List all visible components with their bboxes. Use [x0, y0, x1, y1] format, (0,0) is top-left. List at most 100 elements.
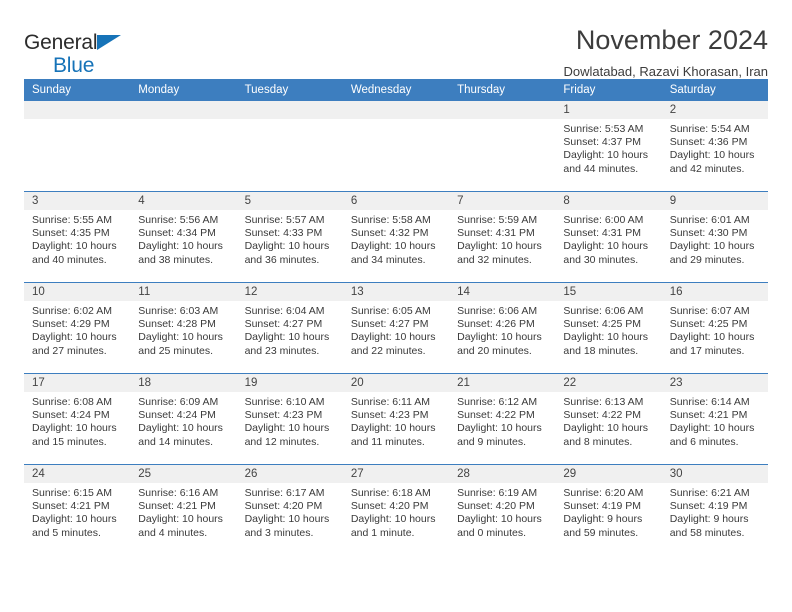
weekday-header-thursday: Thursday — [449, 79, 556, 101]
day-number: 28 — [449, 465, 556, 483]
day-cell[interactable]: 17 Sunrise: 6:08 AM Sunset: 4:24 PM Dayligh… — [24, 373, 131, 465]
day-cell[interactable]: 9 Sunrise: 6:01 AM Sunset: 4:30 PM Daylight… — [661, 191, 768, 283]
daylight-text: Daylight: 10 hours and 14 minutes. — [138, 422, 223, 448]
day-cell[interactable]: 11 Sunrise: 6:03 AM Sunset: 4:28 PM Dayligh… — [130, 282, 237, 374]
sunset-text: Sunset: 4:24 PM — [138, 409, 216, 422]
day-cell[interactable]: 24 Sunrise: 6:15 AM Sunset: 4:21 PM Dayligh… — [24, 464, 131, 555]
day-cell[interactable]: 25 Sunrise: 6:16 AM Sunset: 4:21 PM Dayligh… — [130, 464, 237, 555]
day-cell[interactable]: 3 Sunrise: 5:55 AM Sunset: 4:35 PM Daylight… — [24, 191, 131, 283]
week-row: 24 Sunrise: 6:15 AM Sunset: 4:21 PM Dayligh… — [24, 464, 768, 555]
day-cell[interactable]: 2 Sunrise: 5:54 AM Sunset: 4:36 PM Daylight… — [661, 101, 768, 192]
sunset-text: Sunset: 4:34 PM — [138, 227, 216, 240]
day-cell[interactable]: 16 Sunrise: 6:07 AM Sunset: 4:25 PM Dayligh… — [661, 282, 768, 374]
day-cell[interactable]: 6 Sunrise: 5:58 AM Sunset: 4:32 PM Daylight… — [342, 191, 450, 283]
sunset-text: Sunset: 4:22 PM — [457, 409, 535, 422]
day-number — [24, 101, 131, 119]
day-cell[interactable]: 19 Sunrise: 6:10 AM Sunset: 4:23 PM Dayligh… — [236, 373, 343, 465]
sunrise-text: Sunrise: 6:09 AM — [138, 396, 219, 408]
title-block: November 2024 Dowlatabad, Razavi Khorasa… — [563, 25, 768, 79]
day-cell[interactable]: 14 Sunrise: 6:06 AM Sunset: 4:26 PM Dayligh… — [449, 282, 556, 374]
sunrise-text: Sunrise: 6:00 AM — [563, 214, 644, 226]
day-cell[interactable]: 20 Sunrise: 6:11 AM Sunset: 4:23 PM Dayligh… — [342, 373, 450, 465]
day-details: Sunrise: 6:14 AM Sunset: 4:21 PM Daylight:… — [662, 392, 768, 449]
sunset-text: Sunset: 4:23 PM — [350, 409, 429, 422]
sunrise-text: Sunrise: 5:57 AM — [244, 214, 325, 226]
day-cell[interactable] — [130, 101, 237, 192]
day-details: Sunrise: 5:53 AM Sunset: 4:37 PM Daylight:… — [555, 119, 661, 176]
day-cell[interactable]: 30 Sunrise: 6:21 AM Sunset: 4:19 PM Dayligh… — [661, 464, 768, 555]
sunrise-text: Sunrise: 6:03 AM — [138, 305, 219, 317]
sunrise-text: Sunrise: 6:10 AM — [244, 396, 325, 408]
sunset-text: Sunset: 4:20 PM — [457, 500, 535, 513]
week-row: 3 Sunrise: 5:55 AM Sunset: 4:35 PM Daylight… — [24, 191, 768, 283]
weekday-header-wednesday: Wednesday — [342, 79, 450, 101]
day-number: 7 — [449, 192, 556, 210]
daylight-text: Daylight: 10 hours and 12 minutes. — [244, 422, 330, 448]
day-cell[interactable]: 28 Sunrise: 6:19 AM Sunset: 4:20 PM Dayligh… — [449, 464, 556, 555]
day-number: 1 — [555, 101, 662, 119]
day-cell[interactable]: 7 Sunrise: 5:59 AM Sunset: 4:31 PM Daylight… — [449, 191, 556, 283]
day-details: Sunrise: 6:05 AM Sunset: 4:27 PM Daylight:… — [343, 301, 449, 358]
day-details: Sunrise: 6:04 AM Sunset: 4:27 PM Daylight:… — [237, 301, 343, 358]
day-cell[interactable] — [342, 101, 450, 192]
sunset-text: Sunset: 4:19 PM — [669, 500, 748, 513]
day-cell[interactable] — [449, 101, 556, 192]
day-details: Sunrise: 6:06 AM Sunset: 4:25 PM Daylight:… — [555, 301, 661, 358]
day-cell[interactable]: 1 Sunrise: 5:53 AM Sunset: 4:37 PM Daylight… — [555, 101, 662, 192]
day-number: 26 — [236, 465, 343, 483]
daylight-text: Daylight: 10 hours and 38 minutes. — [138, 240, 223, 266]
day-cell[interactable]: 27 Sunrise: 6:18 AM Sunset: 4:20 PM Dayligh… — [342, 464, 450, 555]
day-cell[interactable]: 22 Sunrise: 6:13 AM Sunset: 4:22 PM Dayligh… — [555, 373, 662, 465]
day-cell[interactable]: 10 Sunrise: 6:02 AM Sunset: 4:29 PM Dayligh… — [24, 282, 131, 374]
day-cell[interactable]: 26 Sunrise: 6:17 AM Sunset: 4:20 PM Dayligh… — [236, 464, 343, 555]
daylight-text: Daylight: 10 hours and 36 minutes. — [244, 240, 330, 266]
day-cell[interactable]: 13 Sunrise: 6:05 AM Sunset: 4:27 PM Dayligh… — [342, 282, 450, 374]
sunset-text: Sunset: 4:32 PM — [350, 227, 429, 240]
sunrise-text: Sunrise: 5:54 AM — [669, 123, 750, 135]
day-number: 3 — [24, 192, 131, 210]
sunset-text: Sunset: 4:29 PM — [32, 318, 110, 331]
brand-name-blue: Blue — [53, 54, 95, 77]
day-details: Sunrise: 6:07 AM Sunset: 4:25 PM Daylight:… — [662, 301, 768, 358]
day-number — [342, 101, 450, 119]
day-cell[interactable] — [236, 101, 343, 192]
weekday-header-sunday: Sunday — [24, 79, 131, 101]
day-number: 8 — [555, 192, 662, 210]
day-cell[interactable]: 4 Sunrise: 5:56 AM Sunset: 4:34 PM Daylight… — [130, 191, 237, 283]
day-number: 11 — [130, 283, 237, 301]
day-cell[interactable] — [24, 101, 131, 192]
sunrise-text: Sunrise: 5:58 AM — [350, 214, 431, 226]
triangle-icon — [97, 35, 121, 50]
daylight-text: Daylight: 10 hours and 17 minutes. — [669, 331, 755, 357]
day-cell[interactable]: 15 Sunrise: 6:06 AM Sunset: 4:25 PM Dayligh… — [555, 282, 662, 374]
sunset-text: Sunset: 4:19 PM — [563, 500, 642, 513]
sunset-text: Sunset: 4:27 PM — [244, 318, 323, 331]
sunrise-text: Sunrise: 5:59 AM — [457, 214, 538, 226]
brand-logo[interactable]: General Blue — [24, 26, 204, 80]
day-details: Sunrise: 6:12 AM Sunset: 4:22 PM Daylight:… — [449, 392, 555, 449]
day-details — [237, 119, 343, 123]
day-details: Sunrise: 6:20 AM Sunset: 4:19 PM Daylight:… — [555, 483, 661, 540]
daylight-text: Daylight: 10 hours and 5 minutes. — [32, 513, 117, 539]
day-cell[interactable]: 29 Sunrise: 6:20 AM Sunset: 4:19 PM Dayligh… — [555, 464, 662, 555]
sunset-text: Sunset: 4:21 PM — [138, 500, 216, 513]
day-details: Sunrise: 6:17 AM Sunset: 4:20 PM Daylight:… — [237, 483, 343, 540]
day-cell[interactable]: 5 Sunrise: 5:57 AM Sunset: 4:33 PM Daylight… — [236, 191, 343, 283]
sunrise-text: Sunrise: 6:18 AM — [350, 487, 431, 499]
weekday-header-tuesday: Tuesday — [236, 79, 343, 101]
daylight-text: Daylight: 10 hours and 40 minutes. — [32, 240, 117, 266]
daylight-text: Daylight: 10 hours and 20 minutes. — [457, 331, 542, 357]
daylight-text: Daylight: 10 hours and 8 minutes. — [563, 422, 649, 448]
day-cell[interactable]: 18 Sunrise: 6:09 AM Sunset: 4:24 PM Dayligh… — [130, 373, 237, 465]
day-cell[interactable]: 23 Sunrise: 6:14 AM Sunset: 4:21 PM Dayligh… — [661, 373, 768, 465]
sunrise-text: Sunrise: 6:16 AM — [138, 487, 219, 499]
weekday-header-saturday: Saturday — [661, 79, 768, 101]
day-cell[interactable]: 12 Sunrise: 6:04 AM Sunset: 4:27 PM Dayligh… — [236, 282, 343, 374]
day-cell[interactable]: 8 Sunrise: 6:00 AM Sunset: 4:31 PM Daylight… — [555, 191, 662, 283]
day-number: 10 — [24, 283, 131, 301]
day-details: Sunrise: 5:55 AM Sunset: 4:35 PM Daylight:… — [24, 210, 130, 267]
day-number: 17 — [24, 374, 131, 392]
sunset-text: Sunset: 4:22 PM — [563, 409, 642, 422]
day-cell[interactable]: 21 Sunrise: 6:12 AM Sunset: 4:22 PM Dayligh… — [449, 373, 556, 465]
sunset-text: Sunset: 4:35 PM — [32, 227, 110, 240]
